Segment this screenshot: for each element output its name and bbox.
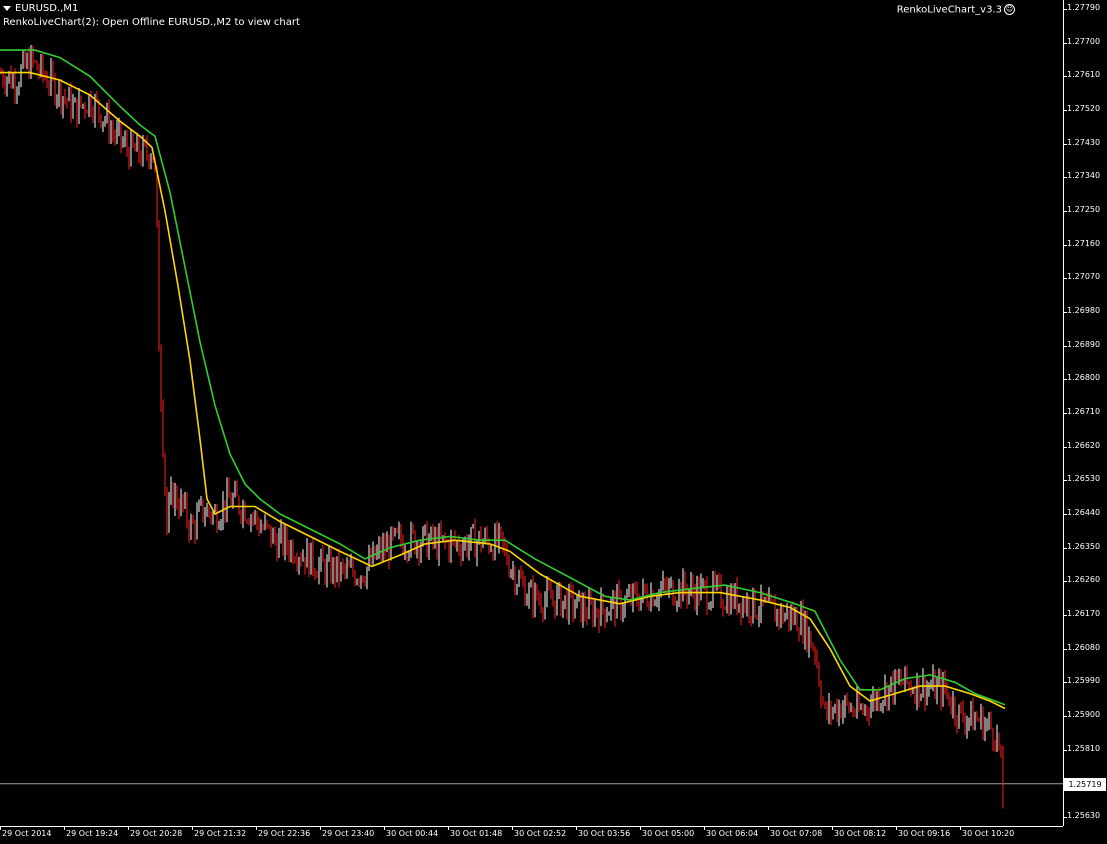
time-tick-mark: [64, 826, 65, 830]
time-tick-label: 29 Oct 19:24: [66, 829, 119, 838]
price-tick-mark: [1063, 76, 1067, 78]
time-tick-mark: [448, 826, 449, 830]
time-tick-mark: [320, 826, 321, 830]
time-tick-mark: [384, 826, 385, 830]
price-tick-label: 1.27340: [1067, 171, 1101, 181]
price-tick-mark: [1063, 244, 1067, 246]
time-tick-mark: [960, 826, 961, 830]
expert-advisor-label[interactable]: RenkoLiveChart_v3.3 ☺: [897, 4, 1015, 16]
chart-plot-area[interactable]: EURUSD.,M1 RenkoLiveChart(2): Open Offli…: [0, 0, 1063, 826]
price-tick-label: 1.25900: [1067, 710, 1101, 719]
time-tick-label: 30 Oct 00:44: [386, 829, 439, 838]
price-tick-label: 1.26350: [1067, 541, 1101, 551]
price-axis[interactable]: 1.27790 1.27700 1.27610 1.27520 1.27430 1.273…: [1063, 0, 1107, 826]
price-tick-label: 1.26710: [1067, 407, 1101, 416]
price-tick-label: 1.25810: [1067, 743, 1101, 753]
price-tick-mark: [1063, 547, 1067, 549]
price-tick-mark: [1063, 615, 1067, 616]
symbol-timeframe-title: EURUSD.,M1: [3, 3, 78, 14]
price-tick-mark: [1063, 110, 1067, 111]
price-tick-label: 1.27700: [1067, 36, 1101, 46]
price-tick-label: 1.25630: [1067, 811, 1101, 820]
price-tick-mark: [1063, 413, 1067, 414]
time-tick-label: 30 Oct 06:04: [706, 829, 759, 838]
price-chart: [0, 45, 1063, 809]
ea-comment: RenkoLiveChart(2): Open Offline EURUSD.,…: [3, 17, 300, 28]
time-tick-mark: [0, 826, 1, 830]
time-tick-label: 29 Oct 21:32: [194, 829, 247, 838]
time-tick-mark: [192, 826, 193, 830]
price-tick-mark: [1063, 480, 1067, 482]
symbol-title-text: EURUSD.,M1: [15, 3, 79, 14]
price-tick-mark: [1063, 211, 1067, 212]
candlestick-series: [0, 45, 1004, 809]
price-tick-mark: [1063, 312, 1067, 313]
price-tick-label: 1.27610: [1067, 70, 1101, 80]
time-tick-mark: [512, 826, 513, 830]
price-tick-mark: [1063, 42, 1067, 44]
price-tick-label: 1.25990: [1067, 676, 1101, 686]
time-tick-mark: [640, 826, 641, 830]
price-tick-label: 1.27250: [1067, 205, 1101, 214]
price-tick-mark: [1063, 648, 1067, 650]
price-tick-mark: [1063, 749, 1067, 751]
time-tick-mark: [256, 826, 257, 830]
price-tick-label: 1.26440: [1067, 508, 1101, 517]
price-tick-mark: [1063, 817, 1067, 818]
time-tick-label: 30 Oct 02:52: [514, 829, 567, 838]
price-tick-label: 1.26800: [1067, 373, 1101, 383]
price-tick-label: 1.26980: [1067, 306, 1101, 315]
indicator-line-2: [0, 49, 1006, 706]
time-tick-label: 30 Oct 01:48: [450, 829, 503, 838]
price-tick-label: 1.26170: [1067, 609, 1101, 618]
time-tick-label: 30 Oct 05:00: [642, 829, 695, 838]
price-tick-mark: [1063, 143, 1067, 145]
time-tick-label: 30 Oct 08:12: [834, 829, 887, 838]
price-tick-label: 1.27430: [1067, 137, 1101, 147]
time-tick-mark: [768, 826, 769, 830]
time-tick-mark: [896, 826, 897, 830]
price-tick-mark: [1063, 9, 1067, 10]
time-tick-label: 30 Oct 09:16: [898, 829, 951, 838]
price-tick-mark: [1063, 345, 1067, 347]
price-tick-label: 1.26620: [1067, 440, 1101, 450]
smiley-icon: ☺: [1004, 4, 1015, 15]
indicator-line: [0, 49, 1006, 706]
price-tick-mark: [1063, 716, 1067, 717]
time-tick-label: 30 Oct 07:08: [770, 829, 823, 838]
time-tick-label: 29 Oct 2014: [2, 829, 52, 838]
current-price-label: 1.25719: [1064, 777, 1106, 791]
time-tick-mark: [832, 826, 833, 830]
time-tick-label: 30 Oct 10:20: [962, 829, 1015, 838]
price-tick-mark: [1063, 581, 1067, 583]
time-tick-label: 29 Oct 20:28: [130, 829, 183, 838]
ea-name-text: RenkoLiveChart_v3.3: [896, 4, 1002, 16]
time-tick-mark: [576, 826, 577, 830]
time-tick-label: 29 Oct 22:36: [258, 829, 311, 838]
price-tick-label: 1.27790: [1067, 3, 1101, 12]
price-tick-mark: [1063, 682, 1067, 684]
time-axis[interactable]: 29 Oct 2014 29 Oct 19:24 29 Oct 20:28 29 Oc…: [0, 826, 1063, 844]
price-tick-mark: [1063, 446, 1067, 448]
price-tick-label: 1.26530: [1067, 474, 1101, 484]
price-tick-mark: [1063, 278, 1067, 280]
time-tick-label: 29 Oct 23:40: [322, 829, 375, 838]
time-tick-mark: [704, 826, 705, 830]
time-tick-mark: [128, 826, 129, 830]
price-tick-label: 1.27070: [1067, 272, 1101, 282]
price-tick-label: 1.26890: [1067, 339, 1101, 349]
price-tick-label: 1.26260: [1067, 575, 1101, 585]
time-tick-label: 30 Oct 03:56: [578, 829, 631, 838]
price-tick-label: 1.26080: [1067, 642, 1101, 652]
price-tick-mark: [1063, 177, 1067, 179]
price-tick-label: 1.27520: [1067, 104, 1101, 113]
dropdown-triangle-icon[interactable]: [3, 5, 11, 11]
price-tick-mark: [1063, 514, 1067, 515]
price-tick-label: 1.27160: [1067, 238, 1101, 248]
price-tick-mark: [1063, 379, 1067, 381]
